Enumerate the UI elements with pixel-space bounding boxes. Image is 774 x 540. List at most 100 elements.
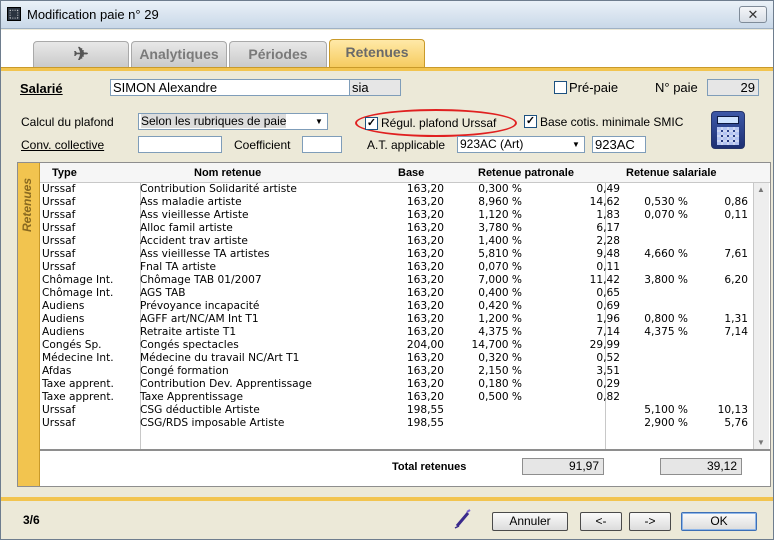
table-row[interactable]: Urssaf CSG déductible Artiste 198,55 5,100 … [40, 404, 752, 417]
cell-sal-montant: 7,14 [724, 326, 748, 338]
retenues-grid: Retenues Type Nom retenue Base Retenue p… [17, 162, 771, 487]
coef-label: Coefficient [234, 138, 291, 152]
prepaie-checkbox[interactable] [554, 81, 567, 94]
calculator-screen [717, 116, 739, 124]
cell-pat-taux: 2,150 % [478, 365, 522, 377]
cell-nom: AGFF art/NC/AM Int T1 [140, 313, 259, 325]
col-header-type[interactable]: Type [52, 167, 77, 179]
at-code-field[interactable]: 923AC [592, 136, 646, 153]
cell-base: 163,20 [406, 313, 444, 325]
cell-type: Urssaf [42, 248, 76, 260]
col-header-base[interactable]: Base [398, 167, 424, 179]
grid-rows: Urssaf Contribution Solidarité artiste 163… [40, 183, 752, 449]
cell-type: Urssaf [42, 404, 76, 416]
table-row[interactable]: Urssaf Alloc famil artiste 163,20 3,780 % 6,… [40, 222, 752, 235]
next-button[interactable]: -> [629, 512, 671, 531]
npaie-label: N° paie [655, 80, 698, 95]
table-row[interactable]: Urssaf Ass vieillesse TA artistes 163,20 5,… [40, 248, 752, 261]
cell-type: Chômage Int. [42, 274, 114, 286]
form-panel: Salarié SIMON Alexandre sia Pré-paie N° … [1, 71, 773, 497]
cell-sal-montant: 10,13 [717, 404, 748, 416]
cell-nom: Alloc famil artiste [140, 222, 233, 234]
calculator-icon[interactable] [711, 111, 745, 149]
cell-pat-montant: 1,96 [596, 313, 620, 325]
table-row[interactable]: Congés Sp. Congés spectacles 204,00 14,700 … [40, 339, 752, 352]
table-row[interactable]: Afdas Congé formation 163,20 2,150 % 3,51 [40, 365, 752, 378]
total-patronale-field: 91,97 [522, 458, 604, 475]
sidebar-label: Retenues [20, 177, 34, 233]
cell-pat-montant: 0,82 [596, 391, 620, 403]
tab-analytiques[interactable]: Analytiques [131, 41, 227, 68]
cell-pat-montant: 0,49 [596, 183, 620, 195]
cell-type: Urssaf [42, 417, 76, 429]
table-row[interactable]: Chômage Int. Chômage TAB 01/2007 163,20 7,0… [40, 274, 752, 287]
table-row[interactable]: Chômage Int. AGS TAB 163,20 0,400 % 0,65 [40, 287, 752, 300]
at-select[interactable]: 923AC (Art) ▼ [457, 136, 585, 153]
conv-field[interactable] [138, 136, 222, 153]
title-bar: ⬚ Modification paie n° 29 ✕ [1, 1, 773, 29]
cell-base: 163,20 [406, 209, 444, 221]
table-row[interactable]: Audiens Retraite artiste T1 163,20 4,375 % 7… [40, 326, 752, 339]
cell-pat-taux: 14,700 % [471, 339, 522, 351]
col-header-salariale[interactable]: Retenue salariale [626, 167, 717, 179]
cell-pat-montant: 7,14 [596, 326, 620, 338]
tab-retenues[interactable]: Retenues [329, 39, 425, 69]
scroll-up-icon[interactable]: ▲ [757, 185, 765, 194]
cell-base: 163,20 [406, 378, 444, 390]
cell-pat-montant: 3,51 [596, 365, 620, 377]
table-row[interactable]: Médecine Int. Médecine du travail NC/Art … [40, 352, 752, 365]
table-row[interactable]: Taxe apprent. Contribution Dev. Apprentis… [40, 378, 752, 391]
table-row[interactable]: Urssaf Ass maladie artiste 163,20 8,960 % 14… [40, 196, 752, 209]
npaie-field[interactable]: 29 [707, 79, 759, 96]
cell-base: 163,20 [406, 287, 444, 299]
col-header-nom[interactable]: Nom retenue [194, 167, 261, 179]
vertical-scrollbar[interactable]: ▲ ▼ [753, 183, 769, 449]
cell-pat-taux: 8,960 % [478, 196, 522, 208]
cell-base: 163,20 [406, 235, 444, 247]
cell-pat-taux: 0,300 % [478, 183, 522, 195]
base-checkbox[interactable]: ✓ [524, 115, 537, 128]
tab-main[interactable]: ✈ [33, 41, 129, 68]
scroll-down-icon[interactable]: ▼ [757, 438, 765, 447]
cell-type: Congés Sp. [42, 339, 102, 351]
conv-label[interactable]: Conv. collective [21, 138, 104, 152]
table-row[interactable]: Taxe apprent. Taxe Apprentissage 163,20 0,5… [40, 391, 752, 404]
dropdown-arrow-icon: ▼ [572, 140, 580, 149]
app-icon: ⬚ [7, 7, 21, 21]
cell-type: Urssaf [42, 222, 76, 234]
cell-type: Urssaf [42, 183, 76, 195]
salarie-code-field[interactable]: sia [349, 79, 401, 96]
coef-field[interactable] [302, 136, 342, 153]
ok-button[interactable]: OK [681, 512, 757, 531]
pen-icon[interactable] [453, 509, 473, 529]
cell-sal-taux: 4,375 % [644, 326, 688, 338]
prev-button[interactable]: <- [580, 512, 622, 531]
col-header-patronale[interactable]: Retenue patronale [478, 167, 574, 179]
calcul-select[interactable]: Selon les rubriques de paie ▼ [138, 113, 328, 130]
cell-nom: Congé formation [140, 365, 229, 377]
table-row[interactable]: Audiens Prévoyance incapacité 163,20 0,420 … [40, 300, 752, 313]
annuler-button[interactable]: Annuler [492, 512, 568, 531]
close-button[interactable]: ✕ [739, 6, 767, 23]
cell-nom: Ass maladie artiste [140, 196, 242, 208]
table-row[interactable]: Urssaf Contribution Solidarité artiste 163… [40, 183, 752, 196]
cell-sal-montant: 7,61 [724, 248, 748, 260]
cell-nom: Ass vieillesse TA artistes [140, 248, 270, 260]
cell-type: Audiens [42, 313, 85, 325]
salarie-name-field[interactable]: SIMON Alexandre [110, 79, 350, 96]
total-salariale-field: 39,12 [660, 458, 742, 475]
cell-pat-taux: 0,320 % [478, 352, 522, 364]
cell-base: 163,20 [406, 300, 444, 312]
table-row[interactable]: Urssaf Accident trav artiste 163,20 1,400 %… [40, 235, 752, 248]
table-row[interactable]: Audiens AGFF art/NC/AM Int T1 163,20 1,200 … [40, 313, 752, 326]
cell-type: Urssaf [42, 261, 76, 273]
regul-checkbox[interactable]: ✓ [365, 117, 378, 130]
table-row[interactable]: Urssaf Ass vieillesse Artiste 163,20 1,120 … [40, 209, 752, 222]
cell-nom: AGS TAB [140, 287, 186, 299]
cell-pat-taux: 1,200 % [478, 313, 522, 325]
table-row[interactable]: Urssaf CSG/RDS imposable Artiste 198,55 2,9… [40, 417, 752, 430]
table-row[interactable]: Urssaf Fnal TA artiste 163,20 0,070 % 0,11 [40, 261, 752, 274]
regul-label: Régul. plafond Urssaf [381, 116, 497, 130]
cell-base: 198,55 [406, 404, 444, 416]
tab-periodes[interactable]: Périodes [229, 41, 327, 68]
